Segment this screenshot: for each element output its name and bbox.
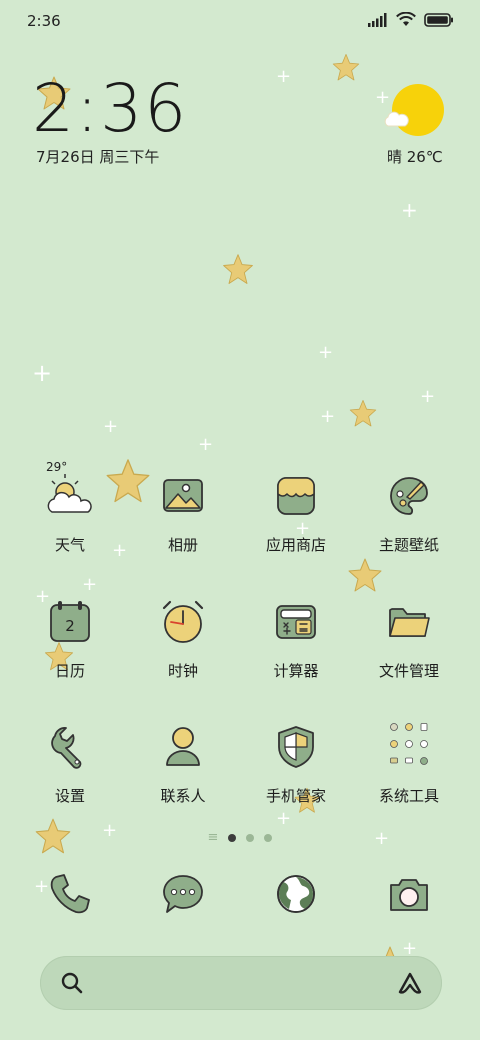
sparkle-decoration: + xyxy=(401,198,418,222)
phone-icon xyxy=(50,874,90,914)
page-indicator[interactable]: ≡ xyxy=(0,830,480,845)
shield-icon xyxy=(278,726,314,768)
dock-phone[interactable] xyxy=(14,870,126,918)
tools-folder-icon xyxy=(390,723,428,765)
app-security[interactable]: 手机管家 xyxy=(240,723,352,806)
app-system-tools-folder[interactable]: 系统工具 xyxy=(353,723,465,806)
battery-icon xyxy=(424,12,453,27)
app-calendar[interactable]: 2 日历 xyxy=(14,598,126,681)
app-clock[interactable]: 时钟 xyxy=(127,598,239,681)
sparkle-decoration: + xyxy=(276,808,292,829)
browser-globe-icon xyxy=(277,875,315,913)
page-dot-active[interactable] xyxy=(228,833,237,842)
status-icons xyxy=(368,12,454,27)
sparkle-decoration: + xyxy=(276,66,292,87)
cloud-icon xyxy=(384,111,409,127)
sparkle-decoration: + xyxy=(320,406,336,427)
app-label: 时钟 xyxy=(167,662,198,680)
sparkle-decoration: + xyxy=(103,416,119,437)
status-bar: 2:36 xyxy=(0,0,480,42)
wrench-icon xyxy=(51,727,82,769)
assistant-icon[interactable] xyxy=(396,970,424,996)
app-themes[interactable]: 主题壁纸 xyxy=(353,472,465,555)
app-label: 手机管家 xyxy=(265,787,326,805)
search-icon[interactable] xyxy=(60,971,84,995)
page-dot[interactable] xyxy=(246,833,255,842)
signal-icon xyxy=(368,12,387,27)
list-view-icon[interactable]: ≡ xyxy=(208,830,219,845)
app-label: 设置 xyxy=(54,787,85,805)
weather-icon xyxy=(47,474,92,513)
dock-camera[interactable] xyxy=(353,870,465,918)
app-file-manager[interactable]: 文件管理 xyxy=(353,598,465,681)
page-dot[interactable] xyxy=(264,833,273,842)
contact-icon xyxy=(166,727,200,766)
clock-widget-date: 7月26日 周三下午 xyxy=(36,148,160,166)
wifi-icon xyxy=(396,12,416,26)
sparkle-decoration: + xyxy=(82,574,98,595)
search-bar[interactable] xyxy=(40,956,442,1010)
sparkle-decoration: + xyxy=(420,386,436,407)
app-label: 联系人 xyxy=(160,787,206,805)
app-weather[interactable]: 29° 天气 xyxy=(14,460,126,555)
camera-icon xyxy=(390,879,428,911)
app-settings[interactable]: 设置 xyxy=(14,723,126,806)
weather-widget-text: 晴 26℃ xyxy=(387,148,443,166)
app-label: 日历 xyxy=(54,662,85,680)
gallery-icon xyxy=(163,479,203,512)
clock-widget-time[interactable]: 2:36 xyxy=(32,74,188,144)
app-calculator[interactable]: 计算器 xyxy=(240,598,352,681)
dock-browser[interactable] xyxy=(240,870,352,918)
sparkle-decoration: + xyxy=(198,434,214,455)
dock-messages[interactable] xyxy=(127,870,239,918)
app-label: 应用商店 xyxy=(265,536,326,554)
star-decoration xyxy=(223,254,253,284)
app-label: 天气 xyxy=(54,536,85,554)
calculator-icon xyxy=(276,605,316,639)
app-label: 计算器 xyxy=(273,662,319,680)
messages-icon xyxy=(163,875,203,913)
app-store-icon xyxy=(277,477,315,515)
app-label: 系统工具 xyxy=(378,787,439,805)
app-label: 主题壁纸 xyxy=(378,536,439,554)
folder-icon xyxy=(389,608,430,637)
status-time: 2:36 xyxy=(27,12,61,30)
star-decoration xyxy=(332,54,360,81)
app-contacts[interactable]: 联系人 xyxy=(127,723,239,806)
clock-icon xyxy=(162,600,204,643)
app-label: 相册 xyxy=(167,536,198,554)
sparkle-decoration: + xyxy=(318,342,334,363)
app-store[interactable]: 应用商店 xyxy=(240,472,352,555)
star-decoration xyxy=(348,558,382,592)
calendar-day: 2 xyxy=(65,617,75,635)
app-gallery[interactable]: 相册 xyxy=(127,472,239,555)
sparkle-decoration: + xyxy=(32,359,53,387)
app-label: 文件管理 xyxy=(378,662,439,680)
theme-palette-icon xyxy=(390,477,428,515)
star-decoration xyxy=(349,400,377,427)
